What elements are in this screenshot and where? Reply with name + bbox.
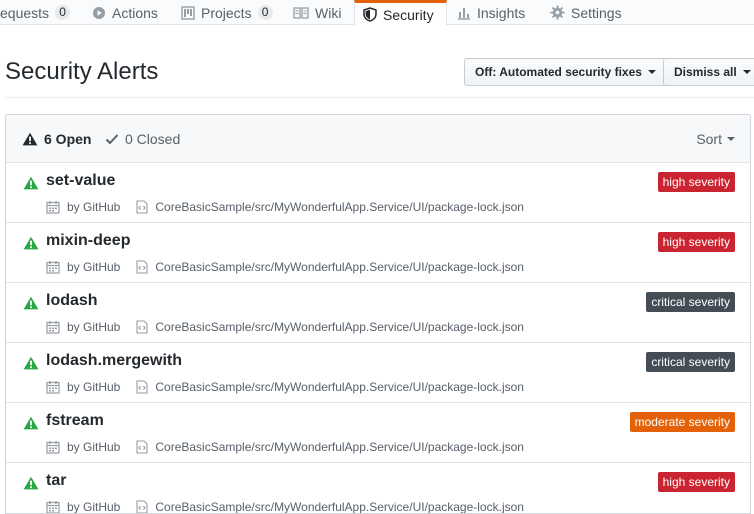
severity-badge: high severity [657, 172, 735, 192]
header-divider [5, 97, 754, 98]
manifest-path-link[interactable]: CoreBasicSample/src/MyWonderfulApp.Servi… [155, 440, 524, 454]
calendar-icon [46, 200, 60, 214]
file-code-icon [136, 320, 148, 334]
alert-icon [22, 132, 38, 146]
tab-insights-label: Insights [477, 4, 526, 21]
tab-wiki[interactable]: Wiki [293, 0, 341, 25]
project-board-icon [181, 5, 195, 20]
graph-icon [457, 6, 471, 20]
alert-package-name[interactable]: set-value [46, 172, 115, 190]
calendar-icon [46, 260, 60, 274]
list-item[interactable]: set-value high severity by GitHub CoreBa… [6, 163, 750, 223]
chevron-down-icon [727, 137, 735, 141]
alert-triangle-icon [23, 416, 39, 435]
check-icon [105, 133, 119, 145]
alert-meta: by GitHub CoreBasicSample/src/MyWonderfu… [46, 440, 524, 454]
alert-meta: by GitHub CoreBasicSample/src/MyWonderfu… [46, 320, 524, 334]
file-code-icon [136, 380, 148, 394]
list-item[interactable]: tar high severity by GitHub CoreBasicSam… [6, 463, 750, 514]
list-item[interactable]: mixin-deep high severity by GitHub CoreB… [6, 223, 750, 283]
severity-badge: high severity [657, 472, 735, 492]
pull-requests-counter: 0 [55, 5, 71, 20]
alert-triangle-icon [23, 236, 39, 255]
sort-label: Sort [696, 131, 722, 147]
open-count-label: 6 Open [44, 131, 92, 147]
manifest-path-link[interactable]: CoreBasicSample/src/MyWonderfulApp.Servi… [155, 200, 524, 214]
alert-package-name[interactable]: mixin-deep [46, 232, 130, 250]
calendar-icon [46, 500, 60, 513]
closed-filter[interactable]: 0 Closed [105, 115, 180, 163]
automated-security-fixes-button[interactable]: Off: Automated security fixes [464, 58, 667, 86]
projects-counter: 0 [257, 5, 273, 20]
alert-meta: by GitHub CoreBasicSample/src/MyWonderfu… [46, 380, 524, 394]
manifest-path-link[interactable]: CoreBasicSample/src/MyWonderfulApp.Servi… [155, 380, 524, 394]
tab-insights[interactable]: Insights [457, 0, 525, 25]
tab-projects-label: Projects [201, 4, 252, 21]
book-icon [293, 6, 309, 20]
manifest-path-link[interactable]: CoreBasicSample/src/MyWonderfulApp.Servi… [155, 500, 524, 513]
alert-source: by GitHub [67, 320, 121, 334]
list-item[interactable]: lodash critical severity by GitHub CoreB… [6, 283, 750, 343]
open-filter[interactable]: 6 Open [22, 115, 91, 163]
alert-meta: by GitHub CoreBasicSample/src/MyWonderfu… [46, 200, 524, 214]
alerts-list: set-value high severity by GitHub CoreBa… [6, 163, 750, 514]
file-code-icon [136, 440, 148, 454]
tab-pull-requests-label: equests [0, 4, 50, 21]
tab-settings-label: Settings [571, 4, 622, 21]
alert-package-name[interactable]: lodash.mergewith [46, 352, 182, 370]
severity-badge: high severity [657, 232, 735, 252]
play-circle-icon [92, 6, 106, 20]
closed-count-label: 0 Closed [125, 131, 181, 147]
file-code-icon [136, 200, 148, 214]
severity-badge: critical severity [646, 292, 735, 312]
tab-settings[interactable]: Settings [550, 0, 622, 25]
alerts-list-header: 6 Open 0 Closed Sort [6, 115, 750, 163]
shield-icon [363, 7, 377, 22]
alert-source: by GitHub [67, 440, 121, 454]
tab-projects[interactable]: Projects 0 [181, 0, 273, 25]
alert-triangle-icon [23, 296, 39, 315]
file-code-icon [136, 260, 148, 274]
tab-pull-requests[interactable]: equests 0 [0, 0, 71, 25]
manifest-path-link[interactable]: CoreBasicSample/src/MyWonderfulApp.Servi… [155, 320, 524, 334]
dismiss-all-button[interactable]: Dismiss all [663, 58, 754, 86]
alert-triangle-icon [23, 356, 39, 375]
alert-source: by GitHub [67, 500, 121, 514]
alert-source: by GitHub [67, 380, 121, 394]
alert-triangle-icon [23, 176, 39, 195]
tab-security-label: Security [383, 6, 434, 23]
gear-icon [550, 5, 565, 20]
list-item[interactable]: lodash.mergewith critical severity by Gi… [6, 343, 750, 403]
severity-badge: critical severity [646, 352, 735, 372]
tab-security[interactable]: Security [354, 0, 447, 26]
file-code-icon [136, 500, 148, 513]
alerts-list-box: 6 Open 0 Closed Sort set-value high seve… [5, 114, 751, 514]
alert-meta: by GitHub CoreBasicSample/src/MyWonderfu… [46, 260, 524, 274]
tab-actions-label: Actions [112, 4, 158, 21]
automated-security-fixes-label: Off: Automated security fixes [475, 65, 642, 79]
tab-actions[interactable]: Actions [92, 0, 158, 25]
alert-source: by GitHub [67, 200, 121, 214]
dismiss-all-label: Dismiss all [674, 65, 737, 79]
alert-triangle-icon [23, 476, 39, 495]
calendar-icon [46, 320, 60, 334]
page-title: Security Alerts [5, 58, 159, 85]
repo-nav-tabs: equests 0 Actions Projects 0 Wiki Securi… [0, 0, 754, 26]
alert-meta: by GitHub CoreBasicSample/src/MyWonderfu… [46, 500, 524, 514]
list-item[interactable]: fstream moderate severity by GitHub Core… [6, 403, 750, 463]
alert-source: by GitHub [67, 260, 121, 274]
severity-badge: moderate severity [629, 412, 735, 432]
alert-package-name[interactable]: tar [46, 472, 66, 490]
manifest-path-link[interactable]: CoreBasicSample/src/MyWonderfulApp.Servi… [155, 260, 524, 274]
chevron-down-icon [742, 70, 751, 74]
tab-wiki-label: Wiki [315, 4, 342, 21]
alert-package-name[interactable]: lodash [46, 292, 98, 310]
calendar-icon [46, 380, 60, 394]
calendar-icon [46, 440, 60, 454]
alert-package-name[interactable]: fstream [46, 412, 104, 430]
sort-dropdown[interactable]: Sort [696, 115, 735, 163]
chevron-down-icon [647, 70, 656, 74]
